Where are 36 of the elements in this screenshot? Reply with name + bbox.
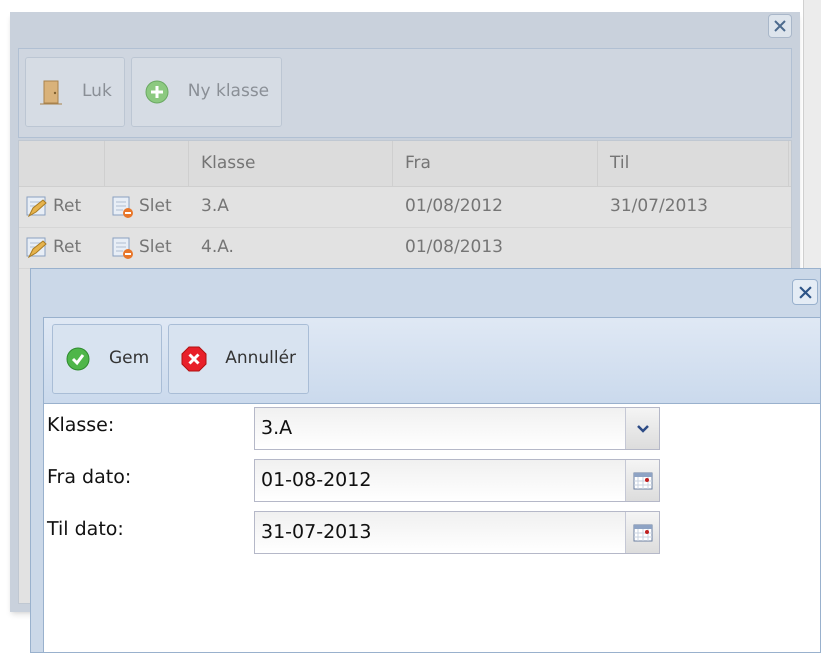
field-label: Klasse: (46, 413, 116, 438)
cancel-icon (181, 346, 208, 372)
table-cell: 3.A (201, 196, 229, 216)
field-label: Til dato: (46, 517, 125, 542)
field-label: Fra dato: (46, 465, 132, 490)
table-cell: 31/07/2013 (610, 196, 708, 216)
save-button[interactable]: Gem (52, 324, 162, 394)
class-dropdown[interactable]: 3.A (254, 407, 660, 450)
delete-row-icon (111, 236, 135, 260)
pencil-icon (25, 195, 49, 219)
date-field[interactable]: 01-08-2012 (254, 459, 660, 502)
close-icon (798, 286, 812, 298)
delete-row-icon (111, 195, 135, 219)
close-button[interactable]: Luk (25, 57, 125, 127)
column-header[interactable]: Fra (393, 141, 598, 186)
close-button[interactable] (792, 279, 818, 305)
delete-link[interactable]: Slet (105, 235, 172, 261)
delete-link[interactable]: Slet (105, 194, 172, 220)
checkmark-icon (65, 346, 91, 372)
edit-link[interactable]: Ret (19, 235, 82, 261)
calendar-icon (632, 470, 652, 490)
plus-icon (144, 79, 170, 105)
column-header[interactable]: Til (598, 141, 789, 186)
close-button[interactable] (768, 14, 792, 38)
cancel-button[interactable]: Annullér (168, 324, 310, 394)
door-icon (38, 78, 64, 106)
table-cell: 01/08/2013 (405, 237, 503, 258)
close-icon (774, 20, 786, 32)
table-cell: 01/08/2012 (405, 196, 503, 216)
new-class-button[interactable]: Ny klasse (130, 57, 282, 127)
date-field[interactable]: 31-07-2013 (254, 511, 660, 554)
calendar-icon (632, 522, 652, 542)
table-cell: 4.A. (201, 237, 234, 258)
pencil-icon (25, 236, 49, 260)
column-header[interactable]: Klasse (189, 141, 393, 186)
edit-link[interactable]: Ret (19, 194, 82, 220)
